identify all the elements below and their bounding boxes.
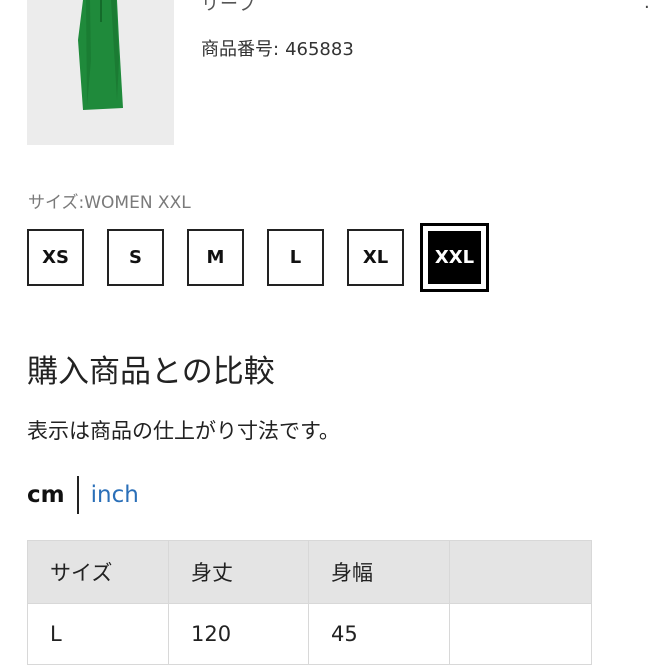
header-empty bbox=[449, 540, 592, 604]
header-length: 身丈 bbox=[168, 540, 309, 604]
cell-length: 120 bbox=[168, 603, 309, 665]
size-table: サイズ 身丈 身幅 L 120 45 bbox=[27, 540, 592, 665]
size-option-xl[interactable]: XL bbox=[347, 229, 404, 286]
dimension-note: 表示は商品の仕上がり寸法です。 bbox=[27, 419, 340, 443]
size-option-xs[interactable]: XS bbox=[27, 229, 84, 286]
comparison-title: 購入商品との比較 bbox=[27, 354, 275, 390]
size-option-s[interactable]: S bbox=[107, 229, 164, 286]
size-option-l[interactable]: L bbox=[267, 229, 324, 286]
cell-width: 45 bbox=[308, 603, 450, 665]
product-number-label: 商品番号: bbox=[201, 39, 280, 60]
size-selection-label: サイズ:WOMEN XXL bbox=[28, 193, 191, 213]
size-option-xxl[interactable]: XXL bbox=[420, 223, 489, 292]
size-option-m[interactable]: M bbox=[187, 229, 244, 286]
table-row: L 120 45 bbox=[27, 603, 592, 665]
table-header-row: サイズ 身丈 身幅 bbox=[27, 540, 592, 604]
header-width: 身幅 bbox=[308, 540, 450, 604]
unit-divider bbox=[76, 476, 79, 514]
cell-size: L bbox=[27, 603, 169, 665]
cell-empty bbox=[449, 603, 592, 665]
more-indicator-icon: · bbox=[644, 0, 650, 18]
green-dress-image bbox=[78, 0, 123, 110]
unit-inch-link[interactable]: inch bbox=[91, 482, 139, 508]
product-title-fragment: リーブ bbox=[201, 0, 257, 15]
unit-toggle: cm inch bbox=[27, 476, 139, 514]
product-number: 商品番号: 465883 bbox=[201, 35, 354, 61]
product-image[interactable] bbox=[27, 0, 174, 145]
product-number-value: 465883 bbox=[285, 39, 354, 60]
header-size: サイズ bbox=[27, 540, 169, 604]
unit-cm-option[interactable]: cm bbox=[27, 482, 65, 508]
